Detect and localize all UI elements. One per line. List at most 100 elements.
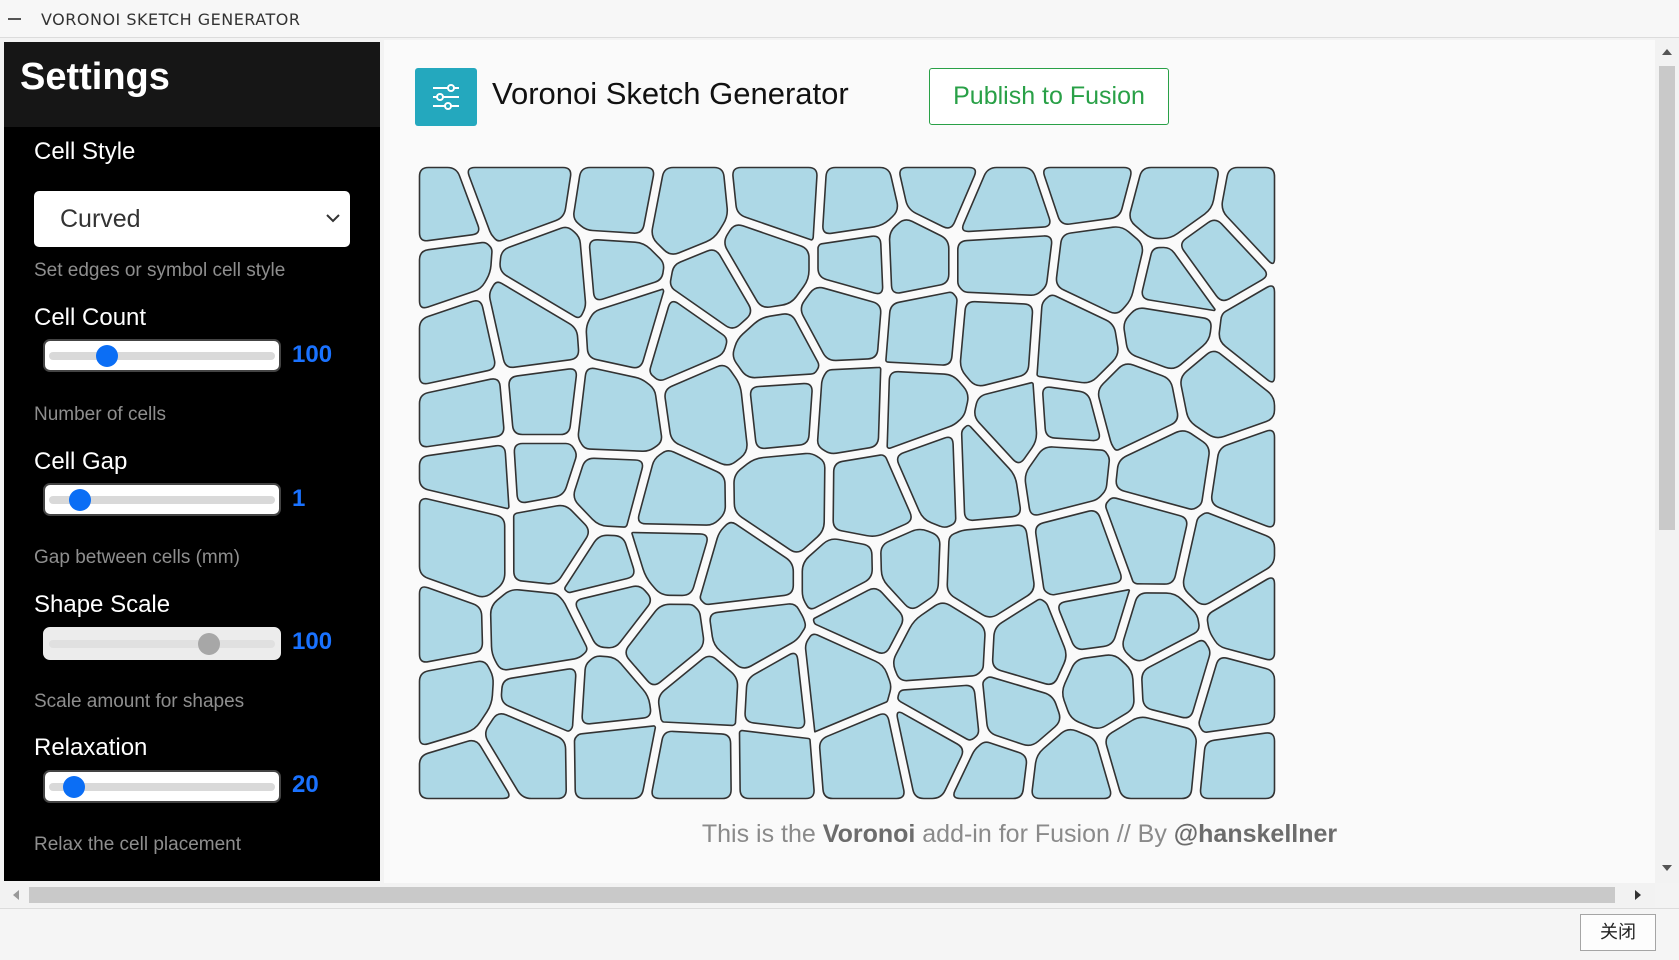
cell-gap-label: Cell Gap [34,448,128,475]
voronoi-cell [418,660,494,746]
voronoi-cell [953,741,1028,800]
voronoi-cell [738,729,815,800]
horizontal-scrollbar[interactable] [0,883,1655,907]
publish-to-fusion-button[interactable]: Publish to Fusion [929,68,1169,125]
voronoi-cell [418,378,505,448]
relaxation-value: 20 [292,771,319,798]
voronoi-cell [880,528,941,610]
shape-scale-slider[interactable] [43,627,281,660]
voronoi-cell [418,444,510,510]
voronoi-cell [1058,588,1131,651]
voronoi-cell [1034,510,1122,596]
voronoi-cell [631,531,708,597]
cell-style-select[interactable]: Curved [34,191,350,247]
slider-thumb[interactable] [197,633,220,655]
voronoi-cell [418,299,496,385]
voronoi-cell [1042,386,1101,442]
voronoi-cell [418,241,493,309]
cell-gap-slider[interactable] [43,483,281,516]
slider-thumb[interactable] [69,489,92,511]
voronoi-cell [1210,429,1276,528]
minimize-icon[interactable] [8,18,21,20]
voronoi-cell [573,457,644,528]
voronoi-cell [822,166,899,235]
shape-scale-helper: Scale amount for shapes [34,691,245,712]
voronoi-cell [588,238,665,301]
voronoi-cell [1105,716,1197,800]
slider-thumb[interactable] [95,345,118,367]
cell-count-value: 100 [292,341,333,368]
sidebar-header: Settings [4,42,380,127]
voronoi-cell [1031,728,1112,800]
voronoi-cell [1055,226,1144,314]
voronoi-cell [886,370,969,450]
slider-rail [49,640,275,648]
voronoi-cell [573,166,655,234]
voronoi-cell [957,235,1053,297]
voronoi-cell [732,313,820,379]
voronoi-cell [1061,654,1135,730]
footer-author-link[interactable]: @hanskellner [1174,820,1337,848]
cell-count-slider[interactable] [43,339,281,372]
relaxation-label: Relaxation [34,734,148,761]
voronoi-cell [800,286,882,362]
footer-prefix: This is the [701,820,823,848]
voronoi-cell [982,676,1061,747]
scroll-left-icon[interactable] [10,889,20,901]
voronoi-cell [513,442,577,504]
window-title: VORONOI SKETCH GENERATOR [41,10,301,29]
voronoi-cell [885,291,958,366]
footer-credit: This is the Voronoi add-in for Fusion //… [384,820,1655,849]
voronoi-cell [1199,732,1276,800]
voronoi-cell [892,602,986,682]
voronoi-cell [1123,307,1212,370]
slider-thumb[interactable] [63,776,86,798]
voronoi-cell [1042,166,1132,225]
cell-gap-value: 1 [292,485,306,512]
voronoi-cell [651,166,729,255]
scroll-right-icon[interactable] [1634,889,1644,901]
main-panel: Voronoi Sketch Generator Publish to Fusi… [384,40,1655,883]
voronoi-preview [418,166,1276,800]
sliders-icon [415,68,477,126]
cell-count-helper: Number of cells [34,404,166,425]
voronoi-cell [1024,446,1111,516]
voronoi-cell [508,368,578,436]
sidebar-title: Settings [20,56,170,98]
voronoi-cell [899,166,977,229]
voronoi-cell [489,588,588,671]
cell-style-helper: Set edges or symbol cell style [34,260,286,281]
relaxation-helper: Relax the cell placement [34,834,241,855]
dialog-frame: Settings Cell Style Curved Set edges or … [0,38,1679,908]
voronoi-cell [418,586,484,663]
settings-sidebar: Settings Cell Style Curved Set edges or … [4,42,380,881]
scroll-down-icon[interactable] [1661,864,1673,874]
title-bar: VORONOI SKETCH GENERATOR [0,0,1679,38]
voronoi-cell [818,713,905,800]
cell-count-label: Cell Count [34,304,147,331]
voronoi-cell [749,382,813,450]
scroll-up-icon[interactable] [1661,46,1673,56]
vertical-scrollbar[interactable] [1655,38,1679,883]
voronoi-cell [817,235,884,295]
voronoi-cell [888,219,950,294]
voronoi-cell [585,288,665,369]
footer-middle: add-in for Fusion // By [915,820,1174,848]
chevron-down-icon [326,214,340,223]
voronoi-cell [418,497,506,598]
relaxation-slider[interactable] [43,770,281,803]
horizontal-scroll-thumb[interactable] [29,887,1615,903]
cell-style-label: Cell Style [34,138,136,165]
app-title: Voronoi Sketch Generator [492,76,849,111]
close-button[interactable]: 关闭 [1580,914,1656,951]
voronoi-cell [816,366,882,455]
shape-scale-label: Shape Scale [34,591,171,618]
voronoi-cell [664,364,748,466]
voronoi-cell [651,730,732,800]
dialog-footer: 关闭 [0,908,1679,960]
voronoi-cell [637,450,727,526]
voronoi-cell [577,367,663,453]
slider-rail [49,352,275,360]
cell-style-value: Curved [60,205,141,233]
vertical-scroll-thumb[interactable] [1659,66,1675,530]
